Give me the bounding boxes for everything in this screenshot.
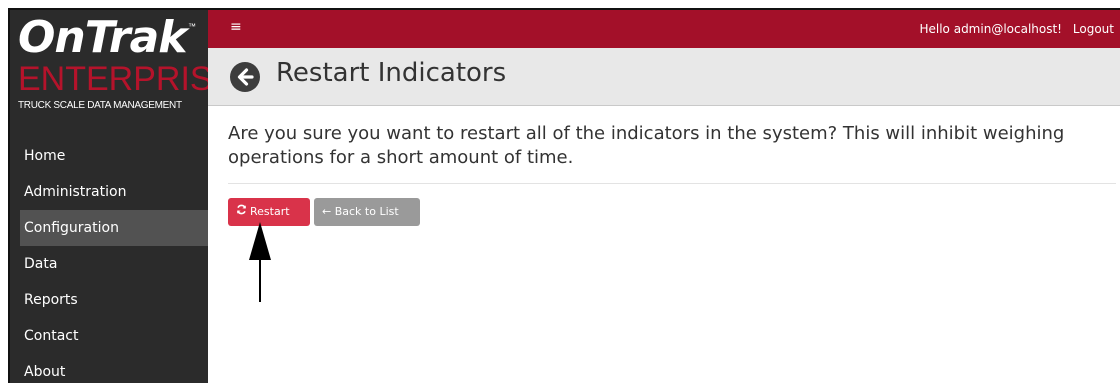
- user-greeting[interactable]: Hello admin@localhost!: [919, 22, 1062, 36]
- back-to-list-label: ← Back to List: [322, 205, 399, 218]
- restart-button-label: Restart: [250, 205, 290, 218]
- page-header: Restart Indicators: [208, 48, 1120, 106]
- sidebar-nav: Home Administration Configuration Data R…: [10, 138, 208, 383]
- sidebar-item-about[interactable]: About: [10, 354, 208, 383]
- logo-wordmark: OnTrak: [18, 12, 188, 63]
- sidebar-item-reports[interactable]: Reports: [10, 282, 208, 318]
- up-arrow-annotation-icon: [248, 222, 272, 308]
- sidebar-item-data[interactable]: Data: [10, 246, 208, 282]
- sidebar-item-contact[interactable]: Contact: [10, 318, 208, 354]
- logout-link[interactable]: Logout: [1073, 22, 1114, 36]
- divider: [228, 183, 1116, 184]
- hamburger-icon[interactable]: ≡: [230, 19, 242, 35]
- logo-trademark: ™: [188, 22, 196, 31]
- page-title: Restart Indicators: [276, 58, 507, 88]
- sidebar: OnTrak ™ ENTERPRISE TRUCK SCALE DATA MAN…: [10, 10, 235, 383]
- brand-logo[interactable]: OnTrak ™ ENTERPRISE TRUCK SCALE DATA MAN…: [10, 10, 235, 138]
- confirmation-message: Are you sure you want to restart all of …: [228, 123, 1065, 168]
- refresh-icon: [236, 198, 247, 226]
- app-window: OnTrak ™ ENTERPRISE TRUCK SCALE DATA MAN…: [8, 8, 1120, 383]
- sidebar-item-home[interactable]: Home: [10, 138, 208, 174]
- sidebar-item-administration[interactable]: Administration: [10, 174, 208, 210]
- back-to-list-button[interactable]: ← Back to List: [314, 198, 420, 226]
- back-arrow-circle-icon[interactable]: [230, 62, 260, 92]
- logo-edition: ENTERPRISE: [18, 60, 236, 98]
- logo-tagline: TRUCK SCALE DATA MANAGEMENT: [18, 100, 182, 111]
- top-navbar: ≡ Hello admin@localhost! Logout: [208, 10, 1120, 48]
- sidebar-item-configuration[interactable]: Configuration: [20, 210, 208, 246]
